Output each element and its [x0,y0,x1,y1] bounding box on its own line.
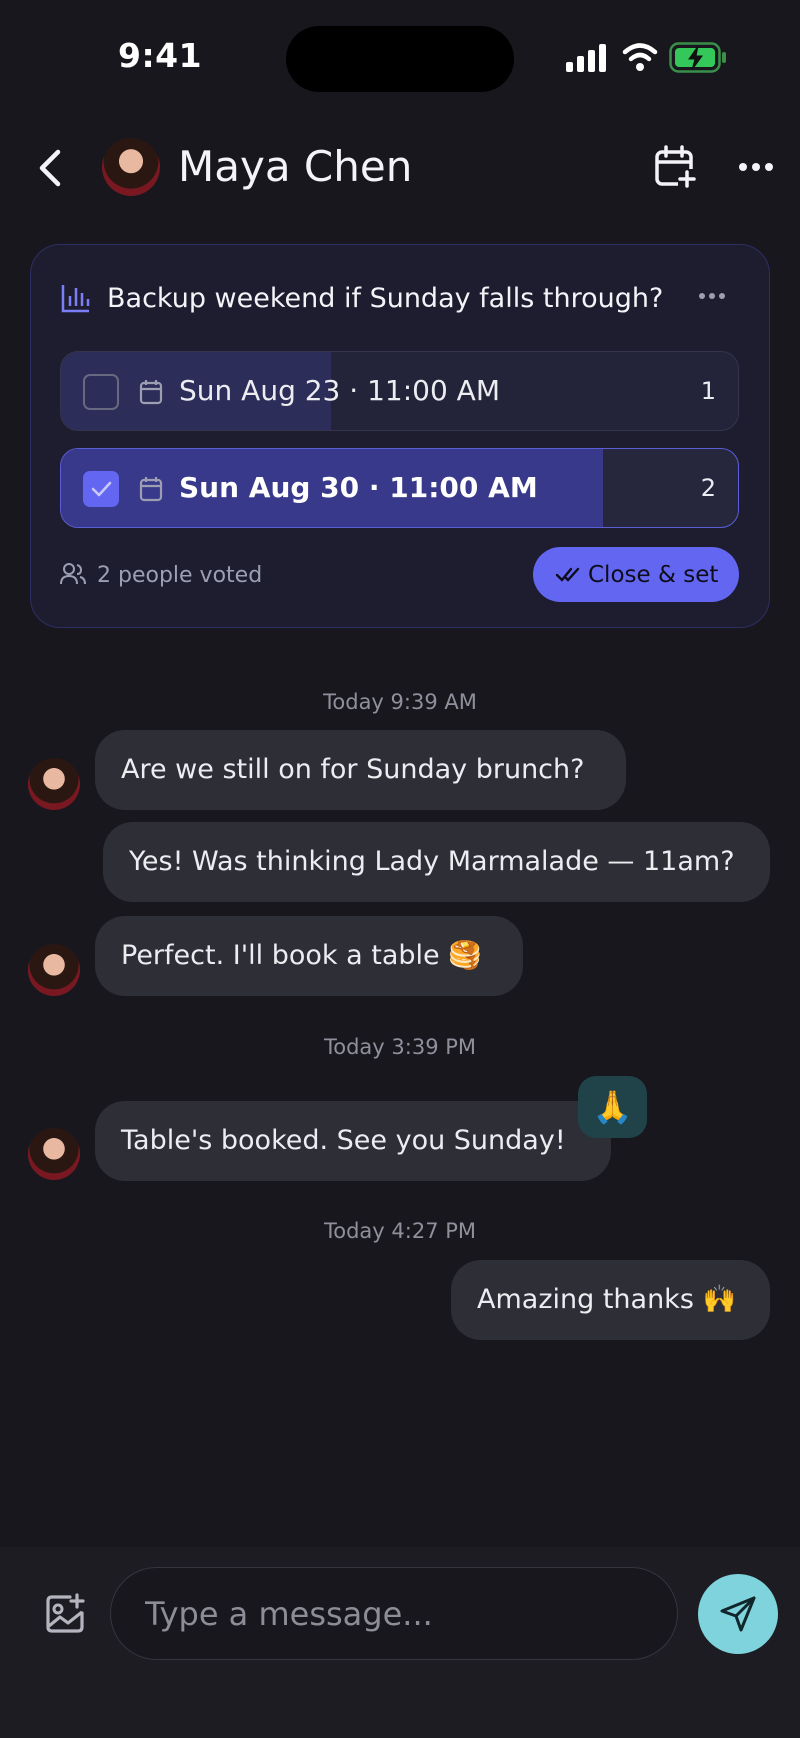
option-2-vote-count: 2 [700,474,716,502]
poll-chart-icon [61,285,90,313]
status-time: 9:41 [118,36,203,75]
checkmark-icon [91,481,112,497]
battery-charging-icon [669,42,726,73]
message-input[interactable] [110,1567,678,1660]
calendar-icon [139,380,163,405]
incoming-message[interactable]: Perfect. I'll book a table 🥞 [95,916,523,996]
calendar-plus-icon[interactable] [654,145,696,189]
timestamp-3: Today 4:27 PM [323,1219,477,1243]
send-button[interactable] [698,1574,778,1654]
back-chevron-icon[interactable] [36,148,66,188]
wifi-icon [622,43,658,71]
incoming-message[interactable]: Table's booked. See you Sunday! [95,1101,611,1181]
more-options-icon[interactable] [738,158,774,176]
poll-option-2[interactable]: Sun Aug 30 · 11:00 AM 2 [60,448,739,528]
avatar[interactable] [28,758,80,810]
outgoing-message[interactable]: Yes! Was thinking Lady Marmalade — 11am? [103,822,770,902]
outgoing-message[interactable]: Amazing thanks 🙌 [451,1260,770,1340]
voters-count: 2 people voted [97,563,263,588]
attach-image-icon[interactable] [44,1593,86,1635]
double-check-icon [555,567,580,582]
incoming-message[interactable]: Are we still on for Sunday brunch? [95,730,626,810]
option-1-checkbox[interactable] [83,374,119,410]
contact-avatar[interactable] [102,138,160,196]
timestamp-2: Today 3:39 PM [323,1035,477,1059]
calendar-icon [139,477,163,502]
option-2-checkbox[interactable] [83,471,119,507]
dynamic-island [286,26,514,92]
poll-more-icon[interactable] [698,291,726,301]
option-1-label: Sun Aug 23 · 11:00 AM [179,374,500,407]
avatar[interactable] [28,944,80,996]
message-reaction[interactable]: 🙏 [578,1076,647,1138]
contact-name[interactable]: Maya Chen [178,142,412,191]
close-and-set-label: Close & set [588,562,719,588]
poll-option-1[interactable]: Sun Aug 23 · 11:00 AM 1 [60,351,739,431]
close-and-set-button[interactable]: Close & set [533,547,739,602]
option-2-label: Sun Aug 30 · 11:00 AM [179,471,538,504]
poll-title: Backup weekend if Sunday falls through? [107,283,664,314]
people-icon [60,563,86,585]
timestamp-1: Today 9:39 AM [323,690,477,714]
option-1-vote-count: 1 [700,377,716,405]
cellular-signal-icon [566,44,606,72]
avatar[interactable] [28,1128,80,1180]
send-icon [720,1596,756,1632]
